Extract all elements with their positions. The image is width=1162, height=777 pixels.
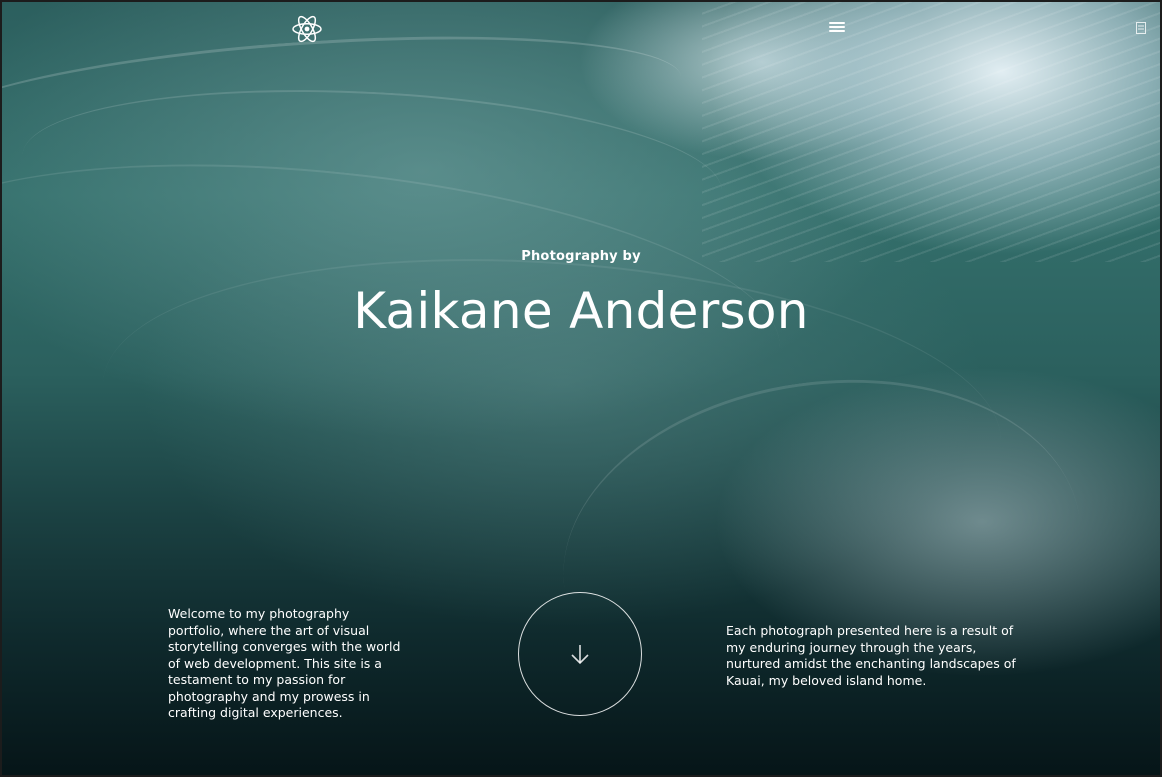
atom-icon (292, 15, 322, 43)
menu-button[interactable] (829, 20, 845, 34)
foam-spray (702, 2, 1160, 262)
document-icon[interactable] (1136, 22, 1146, 34)
hero-section: Photography by Kaikane Anderson Welcome … (0, 0, 1162, 777)
hero-subtitle: Photography by (521, 249, 641, 264)
wave-highlight (18, 73, 726, 273)
hamburger-menu-icon (829, 22, 845, 24)
scroll-down-button[interactable] (518, 592, 642, 716)
arrow-down-icon (571, 645, 589, 665)
hero-title: Kaikane Anderson (353, 282, 809, 340)
wave-highlight (2, 15, 686, 192)
atom-logo[interactable] (290, 14, 324, 44)
hamburger-line (829, 30, 845, 32)
journey-text: Each photograph presented here is a resu… (726, 623, 1016, 688)
intro-text: Welcome to my photography portfolio, whe… (168, 606, 401, 720)
wave-highlight (540, 347, 1104, 760)
hamburger-line (829, 26, 845, 28)
